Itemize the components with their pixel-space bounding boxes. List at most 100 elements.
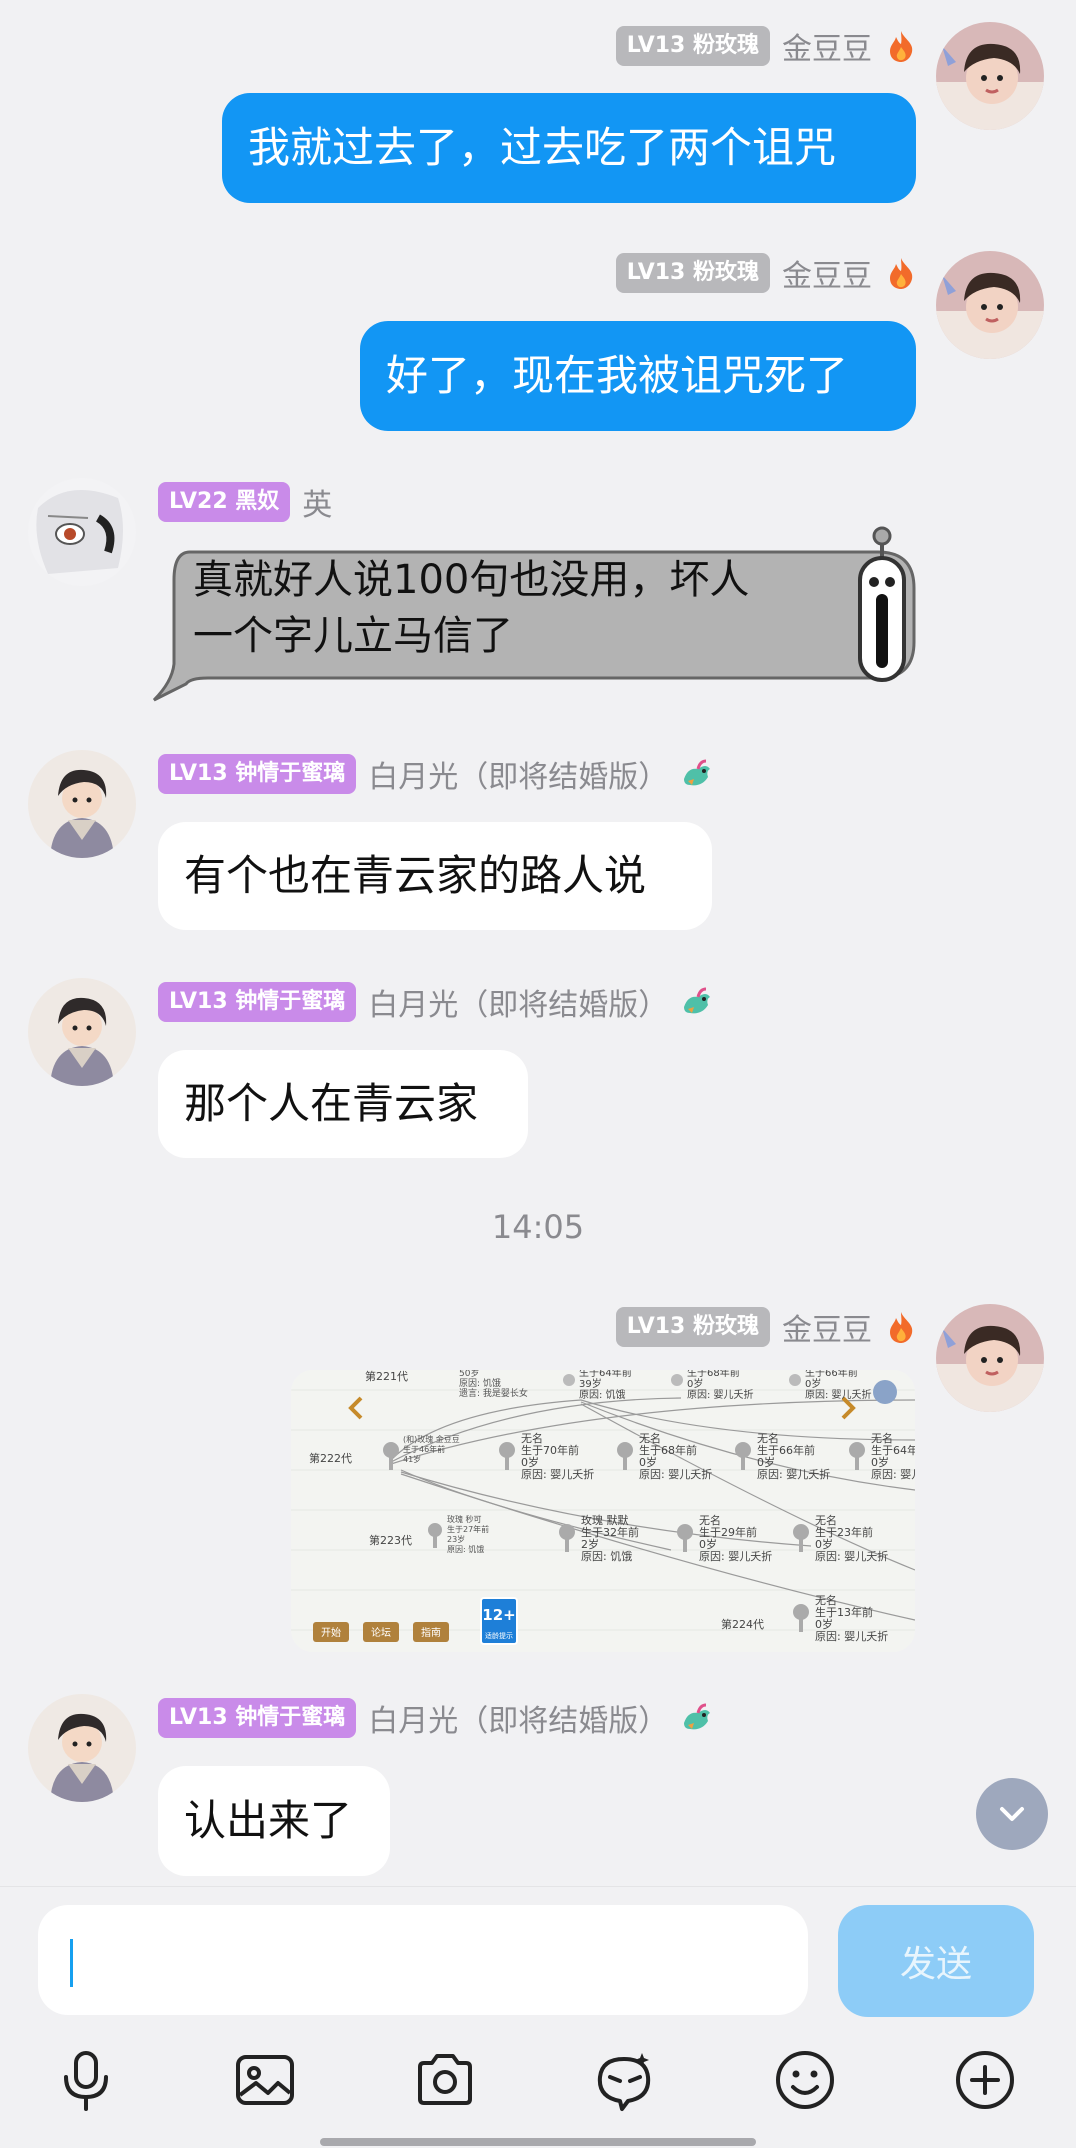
level-badge: LV22 黑奴	[158, 482, 291, 522]
sticker-button[interactable]	[585, 2040, 665, 2120]
emoji-button[interactable]	[765, 2040, 845, 2120]
svg-text:0岁: 0岁	[815, 1537, 833, 1551]
level-badge: LV13 钟情于蜜璃	[158, 982, 357, 1022]
bottom-toolbar	[0, 2040, 1076, 2120]
svg-text:无名: 无名	[871, 1431, 893, 1445]
voice-button[interactable]	[46, 2040, 126, 2120]
plus-icon	[956, 2051, 1014, 2109]
message-bubble[interactable]: 认出来了	[158, 1766, 390, 1876]
svg-text:12+: 12+	[482, 1606, 515, 1624]
level-badge: LV13 粉玫瑰	[615, 253, 770, 293]
svg-text:无名: 无名	[639, 1431, 661, 1445]
sender-name[interactable]: 白月光（即将结婚版）	[368, 752, 668, 796]
home-indicator[interactable]	[320, 2138, 756, 2146]
microphone-icon	[64, 2051, 108, 2111]
svg-text:原因: 饥饿: 原因: 饥饿	[447, 1544, 484, 1554]
game-button: 开始	[313, 1622, 349, 1642]
send-button[interactable]: 发送	[838, 1905, 1034, 2017]
gen-label: 第223代	[369, 1533, 412, 1547]
svg-text:无名: 无名	[699, 1513, 721, 1527]
svg-text:原因: 婴儿夭折: 原因: 婴儿夭折	[757, 1467, 830, 1481]
svg-text:0岁: 0岁	[805, 1377, 821, 1390]
svg-text:生于13年前: 生于13年前	[815, 1605, 873, 1619]
svg-text:0岁: 0岁	[521, 1455, 539, 1469]
svg-text:开始: 开始	[321, 1626, 341, 1639]
scroll-to-bottom-button[interactable]	[976, 1778, 1048, 1850]
avatar-jindoudou[interactable]	[936, 251, 1044, 359]
svg-text:原因: 婴儿夭折: 原因: 婴儿夭折	[699, 1549, 772, 1563]
svg-text:0岁: 0岁	[639, 1455, 657, 1469]
svg-text:原因: 婴儿夭折: 原因: 婴儿夭折	[639, 1467, 712, 1481]
timestamp: 14:05	[491, 1208, 585, 1246]
svg-text:39岁: 39岁	[579, 1377, 602, 1390]
avatar-jindoudou[interactable]	[936, 22, 1044, 130]
svg-text:玫瑰 秒可: 玫瑰 秒可	[447, 1514, 482, 1524]
sender-meta: LV13 钟情于蜜璃 白月光（即将结婚版）	[158, 980, 714, 1024]
svg-text:生于66年前: 生于66年前	[805, 1370, 858, 1379]
svg-text:无名: 无名	[757, 1431, 779, 1445]
message-bubble[interactable]: 我就过去了，过去吃了两个诅咒	[222, 93, 916, 203]
avatar-baiyueguang[interactable]	[28, 978, 136, 1086]
sender-name[interactable]: 金豆豆	[782, 24, 872, 68]
sender-name[interactable]: 英	[302, 480, 332, 524]
svg-text:原因: 饥饿: 原因: 饥饿	[579, 1388, 626, 1401]
message-bubble[interactable]: 有个也在青云家的路人说	[158, 822, 712, 930]
sender-name[interactable]: 金豆豆	[782, 251, 872, 295]
svg-text:41岁: 41岁	[403, 1454, 421, 1464]
message-line: 一个字儿立马信了	[193, 613, 513, 659]
message-bubble-special[interactable]: 真就好人说100句也没用，坏人 一个字儿立马信了	[148, 524, 916, 704]
age-rating-badge: 12+ 适龄提示	[480, 1597, 518, 1645]
input-bar: 发送	[0, 1886, 1076, 2017]
message-bubble[interactable]: 那个人在青云家	[158, 1050, 528, 1158]
sender-meta: LV22 黑奴 英	[158, 480, 332, 524]
svg-text:遗言: 我是婴长女: 遗言: 我是婴长女	[459, 1387, 528, 1399]
more-button[interactable]	[945, 2040, 1025, 2120]
avatar-jindoudou[interactable]	[936, 1304, 1044, 1412]
game-button: 论坛	[363, 1622, 399, 1642]
gen-label: 第221代	[365, 1370, 408, 1383]
level-badge: LV13 钟情于蜜璃	[158, 754, 357, 794]
svg-text:无名: 无名	[815, 1513, 837, 1527]
svg-text:生于70年前: 生于70年前	[521, 1443, 579, 1457]
sender-name[interactable]: 金豆豆	[782, 1305, 872, 1349]
sticker-icon	[597, 2053, 651, 2111]
bubble-mascot-icon	[858, 526, 906, 682]
image-button[interactable]	[225, 2040, 305, 2120]
avatar-ying[interactable]	[28, 478, 136, 586]
svg-text:0岁: 0岁	[699, 1537, 717, 1551]
svg-text:0岁: 0岁	[815, 1617, 833, 1631]
level-badge: LV13 钟情于蜜璃	[158, 1698, 357, 1738]
svg-text:无名: 无名	[815, 1593, 837, 1607]
message-bubble[interactable]: 好了，现在我被诅咒死了	[360, 321, 916, 431]
svg-text:(和)玫瑰 金豆豆: (和)玫瑰 金豆豆	[403, 1434, 460, 1444]
fire-icon	[884, 1310, 918, 1344]
fire-icon	[884, 256, 918, 290]
sender-name[interactable]: 白月光（即将结婚版）	[368, 980, 668, 1024]
svg-text:生于46年前: 生于46年前	[403, 1444, 445, 1454]
svg-text:0岁: 0岁	[871, 1455, 889, 1469]
dragon-icon	[680, 1701, 714, 1735]
sender-meta: LV13 粉玫瑰 金豆豆	[615, 24, 918, 68]
svg-text:原因: 饥饿: 原因: 饥饿	[459, 1377, 501, 1389]
camera-button[interactable]	[405, 2040, 485, 2120]
svg-text:原因: 婴儿夭折: 原因: 婴儿夭折	[815, 1549, 888, 1563]
svg-text:2岁: 2岁	[581, 1537, 599, 1551]
game-button: 指南	[413, 1622, 449, 1642]
message-text: 真就好人说100句也没用，坏人 一个字儿立马信了	[193, 552, 833, 664]
svg-text:生于68年前: 生于68年前	[687, 1370, 740, 1379]
svg-text:无名: 无名	[521, 1431, 543, 1445]
avatar-baiyueguang[interactable]	[28, 1694, 136, 1802]
text-caret	[70, 1939, 73, 1987]
image-icon	[236, 2055, 294, 2105]
svg-text:指南: 指南	[421, 1626, 441, 1639]
sender-name[interactable]: 白月光（即将结婚版）	[368, 1696, 668, 1740]
svg-text:适龄提示: 适龄提示	[485, 1631, 513, 1640]
svg-text:生于64年前: 生于64年前	[871, 1443, 915, 1457]
svg-text:生于64年前: 生于64年前	[579, 1370, 632, 1379]
image-message[interactable]: 第221代 第222代 第223代 第224代 50岁 原因: 饥饿 遗言: 我…	[291, 1370, 915, 1652]
message-input[interactable]	[38, 1905, 808, 2015]
svg-text:生于29年前: 生于29年前	[699, 1525, 757, 1539]
svg-text:原因: 婴儿夭折: 原因: 婴儿夭折	[521, 1467, 594, 1481]
avatar-baiyueguang[interactable]	[28, 750, 136, 858]
dragon-icon	[680, 757, 714, 791]
